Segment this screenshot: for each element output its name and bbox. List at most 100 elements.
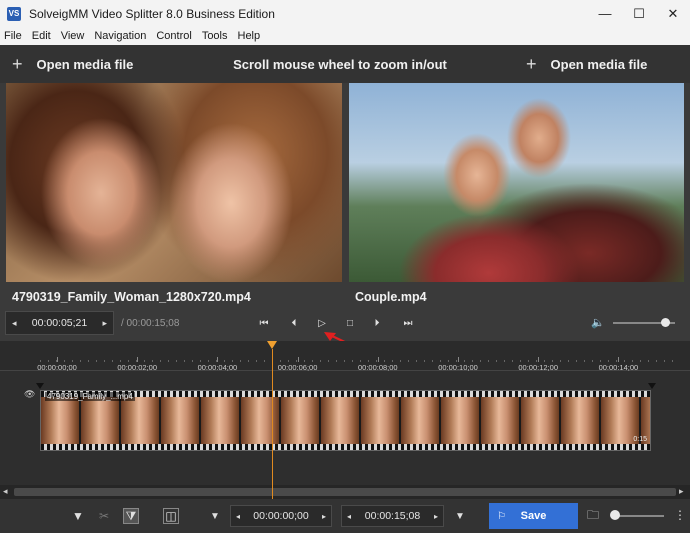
ruler-tick	[217, 357, 219, 362]
playhead-handle[interactable]	[267, 341, 277, 349]
menu-view[interactable]: View	[56, 30, 90, 42]
ruler-minor-tick	[312, 360, 313, 362]
menu-bar: File Edit View Navigation Control Tools …	[0, 27, 690, 45]
minimize-button[interactable]: —	[588, 0, 622, 27]
time-ruler[interactable]: 00:00:00;00 00:00:02;00 00:00:04;00 00:00:0…	[0, 341, 690, 372]
bottom-toolbar: ▼ ✂ ⧩ ◫ ▼ ◂ 00:00:00;00 ▸ ◂ 00:00:15;08 …	[0, 499, 690, 533]
ruler-minor-tick	[168, 360, 169, 362]
start-time-field[interactable]: ◂ 00:00:00;00 ▸	[230, 505, 332, 527]
ruler-minor-tick	[248, 360, 249, 362]
ruler-minor-tick	[112, 360, 113, 362]
ruler-minor-tick	[392, 360, 393, 362]
stop-icon[interactable]: □	[343, 316, 357, 330]
open-media-left-label: Open media file	[36, 56, 134, 72]
menu-edit[interactable]: Edit	[27, 30, 56, 42]
output-zoom-slider-handle[interactable]	[610, 510, 620, 520]
end-time[interactable]: 00:00:15;08	[365, 510, 420, 522]
ruler-tick-label: 00:00:00;00	[37, 363, 77, 372]
plus-icon: +	[12, 53, 23, 74]
volume-icon[interactable]: 🔈	[591, 316, 605, 329]
playhead-line[interactable]	[272, 349, 273, 513]
start-time[interactable]: 00:00:00;00	[253, 510, 308, 522]
ruler-minor-tick	[512, 360, 513, 362]
ruler-minor-tick	[424, 360, 425, 362]
ruler-minor-tick	[96, 360, 97, 362]
ruler-tick	[458, 357, 459, 362]
ruler-minor-tick	[376, 360, 377, 362]
ruler-minor-tick	[80, 360, 81, 362]
ruler-minor-tick	[504, 360, 505, 362]
go-to-start-icon[interactable]: ⏮	[257, 316, 271, 330]
ruler-minor-tick	[160, 360, 161, 362]
maximize-button[interactable]: ☐	[622, 0, 656, 27]
folder-icon[interactable]: 🗀	[585, 508, 601, 524]
ruler-minor-tick	[648, 360, 649, 362]
more-options-icon[interactable]: ⋮	[674, 508, 686, 522]
time-prev-arrow-icon[interactable]: ◂	[12, 318, 17, 329]
cut-icon[interactable]: ✂	[96, 508, 112, 524]
menu-tools[interactable]: Tools	[197, 30, 233, 42]
ruler-tick-label: 00:00:12;00	[518, 363, 558, 372]
ruler-minor-tick	[280, 360, 281, 362]
ruler-tick-label: 00:00:10;00	[438, 363, 478, 372]
end-time-field[interactable]: ◂ 00:00:15;08 ▸	[341, 505, 444, 527]
open-media-right-button[interactable]: + Open media file	[526, 45, 647, 83]
trim-icon[interactable]: ◫	[163, 508, 179, 524]
start-marker-icon[interactable]: ▼	[207, 508, 223, 524]
track-end-marker-icon[interactable]	[648, 383, 656, 389]
start-prev-arrow-icon[interactable]: ◂	[236, 512, 240, 521]
time-next-arrow-icon[interactable]: ▸	[102, 318, 107, 329]
clip-thumbnails	[41, 397, 650, 446]
video-clip[interactable]: 4790319_Family_...mp4 0:15	[40, 390, 651, 451]
start-next-arrow-icon[interactable]: ▸	[322, 512, 326, 521]
ruler-tick-label: 00:00:06;00	[277, 363, 318, 372]
volume-slider-handle[interactable]	[661, 318, 671, 327]
media-bar: + Open media file Scroll mouse wheel to …	[0, 45, 690, 83]
save-flag-icon: ⚐	[497, 510, 506, 522]
track-start-marker-icon[interactable]	[36, 383, 44, 389]
ruler-minor-tick	[40, 360, 41, 362]
play-icon[interactable]: ▷	[315, 316, 329, 330]
prev-frame-icon[interactable]: ⏴	[287, 316, 301, 330]
current-time[interactable]: 00:00:05;21	[32, 317, 87, 329]
ruler-minor-tick	[632, 360, 633, 362]
save-label: Save	[520, 510, 547, 522]
ruler-minor-tick	[496, 360, 497, 362]
ruler-tick	[618, 357, 620, 362]
ruler-minor-tick	[576, 360, 577, 362]
end-prev-arrow-icon[interactable]: ◂	[347, 512, 351, 521]
ruler-minor-tick	[64, 360, 65, 362]
ruler-minor-tick	[336, 360, 337, 362]
open-media-left-button[interactable]: + Open media file	[12, 45, 133, 83]
ruler-minor-tick	[88, 360, 89, 362]
ruler-minor-tick	[560, 360, 561, 362]
scroll-right-icon[interactable]: ▸	[679, 486, 684, 497]
zoom-hint: Scroll mouse wheel to zoom in/out	[233, 56, 447, 72]
timeline[interactable]: 00:00:00;00 00:00:02;00 00:00:04;00 00:00:0…	[0, 341, 690, 499]
horizontal-scrollbar[interactable]: ◂ ▸	[0, 485, 690, 499]
menu-help[interactable]: Help	[233, 30, 266, 42]
current-time-box[interactable]: ◂ 00:00:05;21 ▸	[5, 311, 114, 335]
go-to-end-icon[interactable]: ⏭	[401, 316, 415, 330]
scrollbar-thumb[interactable]	[14, 488, 676, 496]
menu-navigation[interactable]: Navigation	[89, 30, 151, 42]
app-icon: VS	[7, 6, 21, 21]
end-next-arrow-icon[interactable]: ▸	[434, 512, 438, 521]
add-marker-icon[interactable]: ▼	[70, 508, 86, 524]
eye-icon[interactable]: 👁	[24, 389, 35, 400]
open-media-right-label: Open media file	[550, 56, 648, 72]
menu-control[interactable]: Control	[151, 30, 196, 42]
ruler-minor-tick	[624, 360, 625, 362]
ruler-minor-tick	[264, 360, 265, 362]
clip-label: 4790319_Family_...mp4	[45, 392, 135, 401]
menu-file[interactable]: File	[0, 30, 27, 42]
video-preview-left[interactable]	[6, 83, 342, 282]
scroll-left-icon[interactable]: ◂	[3, 486, 8, 497]
close-button[interactable]: ✕	[656, 0, 690, 27]
next-frame-icon[interactable]: ⏵	[370, 316, 384, 330]
end-marker-icon[interactable]: ▼	[452, 508, 468, 524]
video-preview-right[interactable]	[349, 83, 684, 282]
ruler-tick-label: 00:00:02;00	[117, 363, 157, 372]
split-icon[interactable]: ⧩	[123, 508, 139, 524]
save-button[interactable]: ⚐ Save	[489, 503, 578, 529]
